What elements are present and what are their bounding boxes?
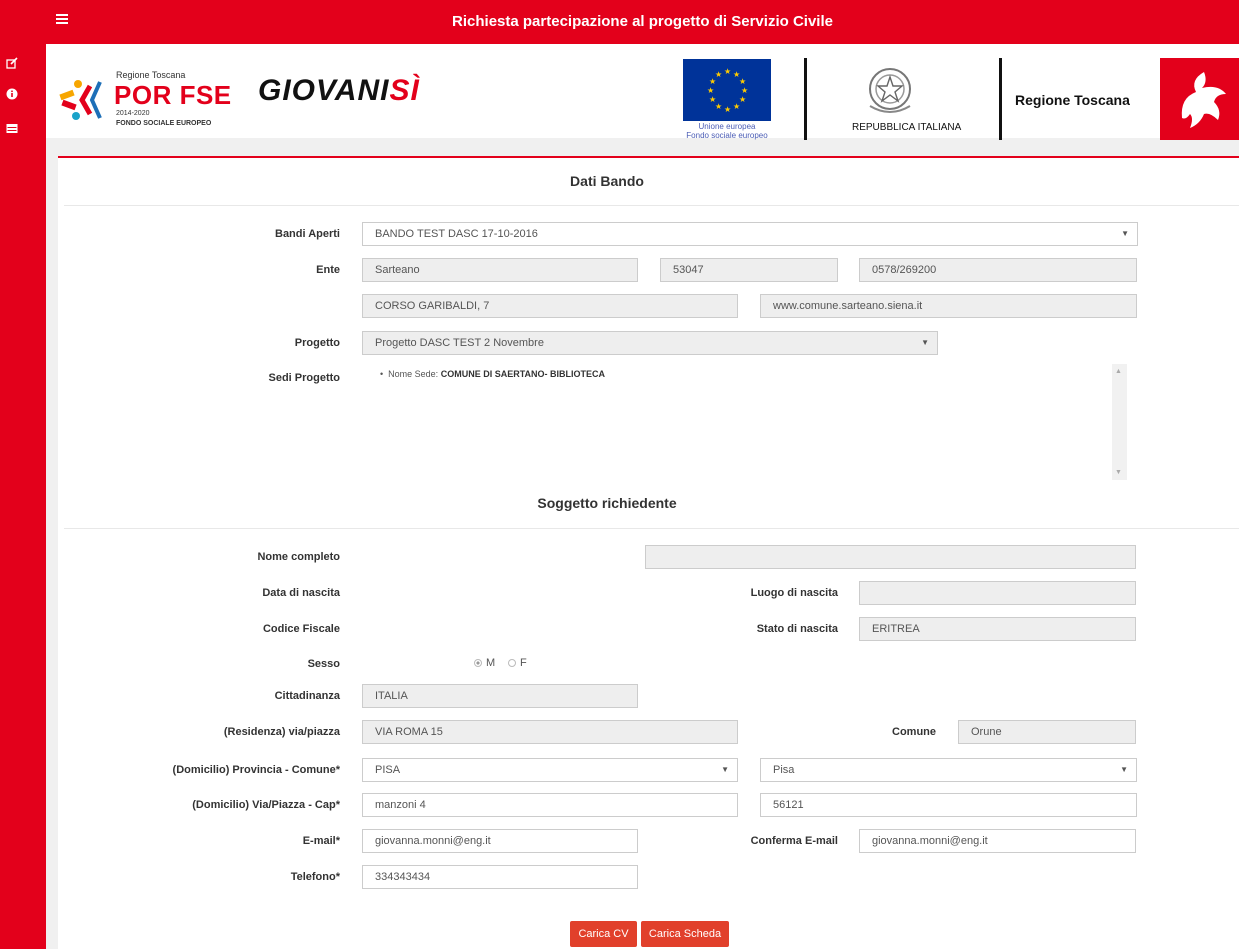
sede-prefix: Nome Sede: <box>388 369 439 379</box>
radio-dot <box>474 659 482 667</box>
progetto-select[interactable]: Progetto DASC TEST 2 Novembre ▼ <box>362 331 938 355</box>
radio-label-m: M <box>486 657 496 669</box>
sesso-radio-f[interactable]: F <box>508 657 527 669</box>
scroll-up-icon[interactable]: ▲ <box>1115 368 1122 375</box>
label-data-nascita: Data di nascita <box>262 587 340 599</box>
svg-text:★: ★ <box>724 67 731 76</box>
caret-down-icon: ▼ <box>1121 229 1129 238</box>
svg-text:★: ★ <box>709 95 716 104</box>
divider <box>64 205 1239 206</box>
nome-completo-field[interactable] <box>645 545 1136 569</box>
divider <box>64 528 1239 529</box>
por-fse-logo: Regione Toscana POR FSE 2014-2020 FONDO … <box>58 70 238 130</box>
label-nome-completo: Nome completo <box>257 551 340 563</box>
edit-icon[interactable] <box>6 57 18 69</box>
svg-text:★: ★ <box>733 102 740 111</box>
stato-nascita-field[interactable]: ERITREA <box>859 617 1136 641</box>
label-conferma-email: Conferma E-mail <box>750 835 838 847</box>
label-ente: Ente <box>316 264 340 276</box>
radio-label-f: F <box>520 657 527 669</box>
carica-scheda-button[interactable]: Carica Scheda <box>641 921 729 947</box>
svg-text:★: ★ <box>715 70 722 79</box>
carica-cv-button[interactable]: Carica CV <box>570 921 637 947</box>
domicilio-comune-select[interactable]: Pisa ▼ <box>760 758 1137 782</box>
domicilio-provincia-value: PISA <box>375 764 401 776</box>
label-residenza: (Residenza) via/piazza <box>223 726 340 738</box>
por-years: 2014-2020 <box>116 110 150 117</box>
conferma-email-input[interactable]: giovanna.monni@eng.it <box>859 829 1136 853</box>
telefono-input[interactable]: 334343434 <box>362 865 638 889</box>
section-title-dati-bando: Dati Bando <box>570 173 644 189</box>
bandi-aperti-value: BANDO TEST DASC 17-10-2016 <box>375 228 538 240</box>
list-icon[interactable] <box>6 122 18 134</box>
svg-text:★: ★ <box>741 86 748 95</box>
caret-down-icon: ▼ <box>921 338 929 347</box>
svg-text:★: ★ <box>707 86 714 95</box>
por-region: Regione Toscana <box>116 70 186 80</box>
label-luogo-nascita: Luogo di nascita <box>750 587 838 599</box>
header-strip <box>46 138 1239 152</box>
label-bandi-aperti: Bandi Aperti <box>275 228 340 240</box>
pegaso-logo-icon <box>1160 58 1239 140</box>
divider <box>804 58 807 140</box>
label-sesso: Sesso <box>307 658 340 670</box>
svg-text:★: ★ <box>724 105 731 114</box>
giovani-si-logo: GIOVANISÌ <box>258 74 420 108</box>
label-sedi-progetto: Sedi Progetto <box>268 372 340 384</box>
eu-line1: Unione europea <box>698 122 756 131</box>
comune-field[interactable]: Orune <box>958 720 1136 744</box>
bandi-aperti-select[interactable]: BANDO TEST DASC 17-10-2016 ▼ <box>362 222 1138 246</box>
label-email: E-mail* <box>302 835 340 847</box>
por-fund: FONDO SOCIALE EUROPEO <box>116 120 212 127</box>
sedi-list[interactable] <box>362 364 1127 480</box>
eu-line2: Fondo sociale europeo <box>686 131 768 140</box>
luogo-nascita-field[interactable] <box>859 581 1136 605</box>
info-icon[interactable] <box>6 88 18 100</box>
scroll-down-icon[interactable]: ▼ <box>1115 469 1122 476</box>
page-title: Richiesta partecipazione al progetto di … <box>452 13 833 30</box>
por-name: POR FSE <box>114 80 232 110</box>
por-fse-mark-icon <box>59 80 102 120</box>
topbar: Richiesta partecipazione al progetto di … <box>46 0 1239 44</box>
caret-down-icon: ▼ <box>721 765 729 774</box>
ente-nome-field[interactable]: Sarteano <box>362 258 638 282</box>
domicilio-comune-value: Pisa <box>773 764 795 776</box>
svg-text:★: ★ <box>739 77 746 86</box>
label-codice-fiscale: Codice Fiscale <box>262 623 340 635</box>
radio-dot <box>508 659 516 667</box>
ente-indirizzo-field[interactable]: CORSO GARIBALDI, 7 <box>362 294 738 318</box>
repubblica-text: REPUBBLICA ITALIANA <box>852 122 962 133</box>
eu-caption: Unione europea Fondo sociale europeo <box>668 122 786 140</box>
sede-name: COMUNE DI SAERTANO- BIBLIOTECA <box>440 369 606 379</box>
progetto-value: Progetto DASC TEST 2 Novembre <box>375 337 544 349</box>
sidebar <box>0 0 46 949</box>
label-stato-nascita: Stato di nascita <box>756 623 838 635</box>
cittadinanza-field[interactable]: ITALIA <box>362 684 638 708</box>
giovani-text: GIOVANI <box>258 74 390 107</box>
divider <box>999 58 1002 140</box>
domicilio-provincia-select[interactable]: PISA ▼ <box>362 758 738 782</box>
email-input[interactable]: giovanna.monni@eng.it <box>362 829 638 853</box>
sedi-scrollbar[interactable]: ▲ ▼ <box>1112 364 1127 480</box>
regione-toscana-text: Regione Toscana <box>1015 92 1130 108</box>
si-text: SÌ <box>389 74 420 107</box>
label-domicilio-via: (Domicilio) Via/Piazza - Cap* <box>192 799 340 811</box>
label-telefono: Telefono* <box>290 871 340 883</box>
sede-list-item: • Nome Sede: COMUNE DI SAERTANO- BIBLIOT… <box>380 369 606 379</box>
label-domicilio-provincia: (Domicilio) Provincia - Comune* <box>172 764 340 776</box>
label-cittadinanza: Cittadinanza <box>274 690 340 702</box>
eu-flag-icon: ★ ★ ★ ★ ★ ★ ★ ★ ★ ★ ★ ★ <box>683 59 771 121</box>
ente-sito-field[interactable]: www.comune.sarteano.siena.it <box>760 294 1137 318</box>
label-progetto: Progetto <box>294 337 340 349</box>
section-title-soggetto: Soggetto richiedente <box>537 495 677 511</box>
sesso-radio-m[interactable]: M <box>474 657 495 669</box>
ente-cap-field[interactable]: 53047 <box>660 258 838 282</box>
italian-emblem-icon <box>860 62 920 118</box>
label-comune: Comune <box>892 726 936 738</box>
ente-telefono-field[interactable]: 0578/269200 <box>859 258 1137 282</box>
residenza-field[interactable]: VIA ROMA 15 <box>362 720 738 744</box>
domicilio-cap-input[interactable]: 56121 <box>760 793 1137 817</box>
domicilio-via-input[interactable]: manzoni 4 <box>362 793 738 817</box>
caret-down-icon: ▼ <box>1120 765 1128 774</box>
